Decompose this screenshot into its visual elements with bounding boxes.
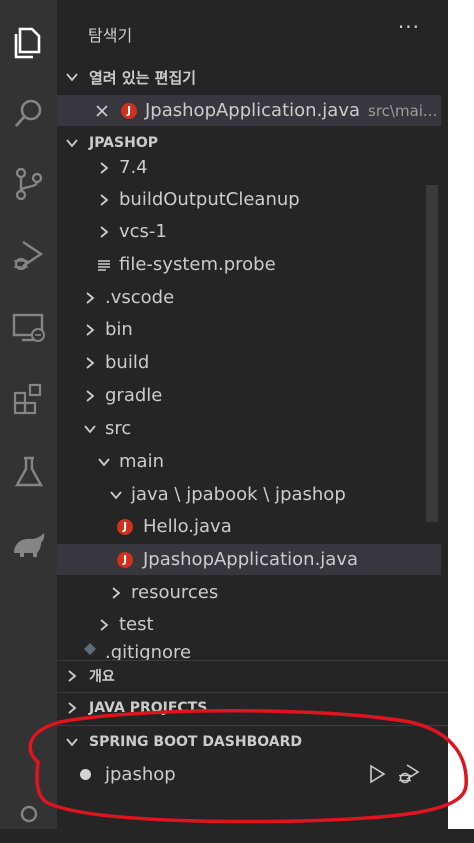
tree-item-label: Hello.java <box>143 516 232 537</box>
jpashop-section-label: JPASHOP <box>89 135 158 151</box>
open-editors-header[interactable]: 열려 있는 편집기 <box>57 62 448 92</box>
tree-item-label: .vscode <box>105 287 175 308</box>
open-editor-path: src\mai... <box>368 101 438 120</box>
tree-item[interactable]: main <box>57 446 441 477</box>
chevron-down-icon <box>83 422 97 436</box>
explorer-icon[interactable] <box>0 18 57 66</box>
chevron-right-icon <box>61 697 83 718</box>
sidebar-title: 탐색기 <box>88 26 133 45</box>
tree-item[interactable]: .gitignore <box>57 642 441 660</box>
tree-item-label: .gitignore <box>105 642 192 660</box>
tree-item[interactable]: 7.4 <box>57 152 441 183</box>
tree-item-label: java \ jpabook \ jpashop <box>131 484 346 505</box>
testing-icon[interactable] <box>0 448 57 496</box>
outline-section-label: 개요 <box>89 669 115 685</box>
outline-section-header[interactable]: 개요 <box>57 661 448 691</box>
chevron-right-icon <box>97 193 111 207</box>
git-file-icon <box>83 642 97 656</box>
debug-icon[interactable] <box>397 762 421 786</box>
chevron-down-icon <box>61 62 83 92</box>
explorer-sidebar: 탐색기 ··· 열려 있는 편집기 J JpashopApplication.j… <box>57 0 448 829</box>
tree-item[interactable]: src <box>57 413 441 444</box>
chevron-right-icon <box>83 291 97 305</box>
activity-bar <box>0 0 57 829</box>
tree-item[interactable]: java \ jpabook \ jpashop <box>57 479 441 510</box>
tree-item[interactable]: build <box>57 347 441 378</box>
tree-item[interactable]: J JpashopApplication.java <box>57 544 441 575</box>
chevron-down-icon <box>109 488 123 502</box>
tree-item[interactable]: resources <box>57 577 441 608</box>
tree-item-label: vcs-1 <box>119 221 167 242</box>
source-control-icon[interactable] <box>0 160 57 208</box>
tree-item-label: 7.4 <box>119 157 148 178</box>
chevron-down-icon <box>61 727 83 757</box>
java-projects-section-header[interactable]: JAVA PROJECTS <box>57 697 448 718</box>
open-editors-label: 열려 있는 편집기 <box>89 68 197 87</box>
tree-item[interactable]: buildOutputCleanup <box>57 184 441 215</box>
tree-item[interactable]: gradle <box>57 380 441 411</box>
tree-item[interactable]: J Hello.java <box>57 511 441 542</box>
java-file-icon: J <box>121 102 137 119</box>
file-lines-icon <box>97 258 111 272</box>
tree-item-label: resources <box>131 582 219 603</box>
tree-item-label: file-system.probe <box>119 254 276 275</box>
tree-item[interactable]: .vscode <box>57 282 441 313</box>
chevron-right-icon <box>83 356 97 370</box>
java-projects-section-label: JAVA PROJECTS <box>89 699 208 716</box>
spring-boot-dashboard-label: SPRING BOOT DASHBOARD <box>89 734 303 750</box>
open-editor-filename: JpashopApplication.java <box>145 100 360 121</box>
chevron-right-icon <box>83 323 97 337</box>
scrollbar[interactable] <box>426 185 438 522</box>
chevron-right-icon <box>61 661 83 691</box>
open-editor-item[interactable]: J JpashopApplication.java src\mai... <box>57 95 441 126</box>
close-icon[interactable] <box>95 104 109 118</box>
tree-item-label: test <box>119 614 154 635</box>
tree-item-label: src <box>105 418 132 439</box>
remote-explorer-icon[interactable] <box>0 303 57 351</box>
java-file-icon: J <box>117 551 133 568</box>
chevron-right-icon <box>97 225 111 239</box>
chevron-right-icon <box>83 389 97 403</box>
search-icon[interactable] <box>0 90 57 138</box>
accounts-icon[interactable] <box>0 795 57 843</box>
divider <box>57 692 448 693</box>
chevron-right-icon <box>97 161 111 175</box>
editor-edge <box>448 0 474 829</box>
tree-item-label: buildOutputCleanup <box>119 189 300 210</box>
tree-item-label: build <box>105 352 150 373</box>
tree-item[interactable]: bin <box>57 314 441 345</box>
run-icon[interactable] <box>368 764 386 784</box>
chevron-down-icon <box>97 455 111 469</box>
tree-item[interactable]: vcs-1 <box>57 216 441 247</box>
spring-boot-app-item[interactable]: jpashop <box>57 757 441 791</box>
run-debug-icon[interactable] <box>0 230 57 278</box>
app-name: jpashop <box>105 763 176 785</box>
gradle-icon[interactable] <box>0 520 57 568</box>
java-file-icon: J <box>117 518 133 535</box>
tree-item[interactable]: test <box>57 609 441 640</box>
tree-item-label: bin <box>105 319 133 340</box>
chevron-right-icon <box>109 586 123 600</box>
chevron-right-icon <box>97 618 111 632</box>
app-status-icon <box>80 768 91 780</box>
tree-item-label: JpashopApplication.java <box>143 549 358 570</box>
divider <box>57 725 448 726</box>
spring-boot-dashboard-header[interactable]: SPRING BOOT DASHBOARD <box>57 727 448 757</box>
more-actions-icon[interactable]: ··· <box>398 15 420 39</box>
tree-item-label: main <box>119 451 164 472</box>
tree-item-label: gradle <box>105 385 163 406</box>
extensions-icon[interactable] <box>0 375 57 423</box>
tree-item[interactable]: file-system.probe <box>57 249 441 280</box>
